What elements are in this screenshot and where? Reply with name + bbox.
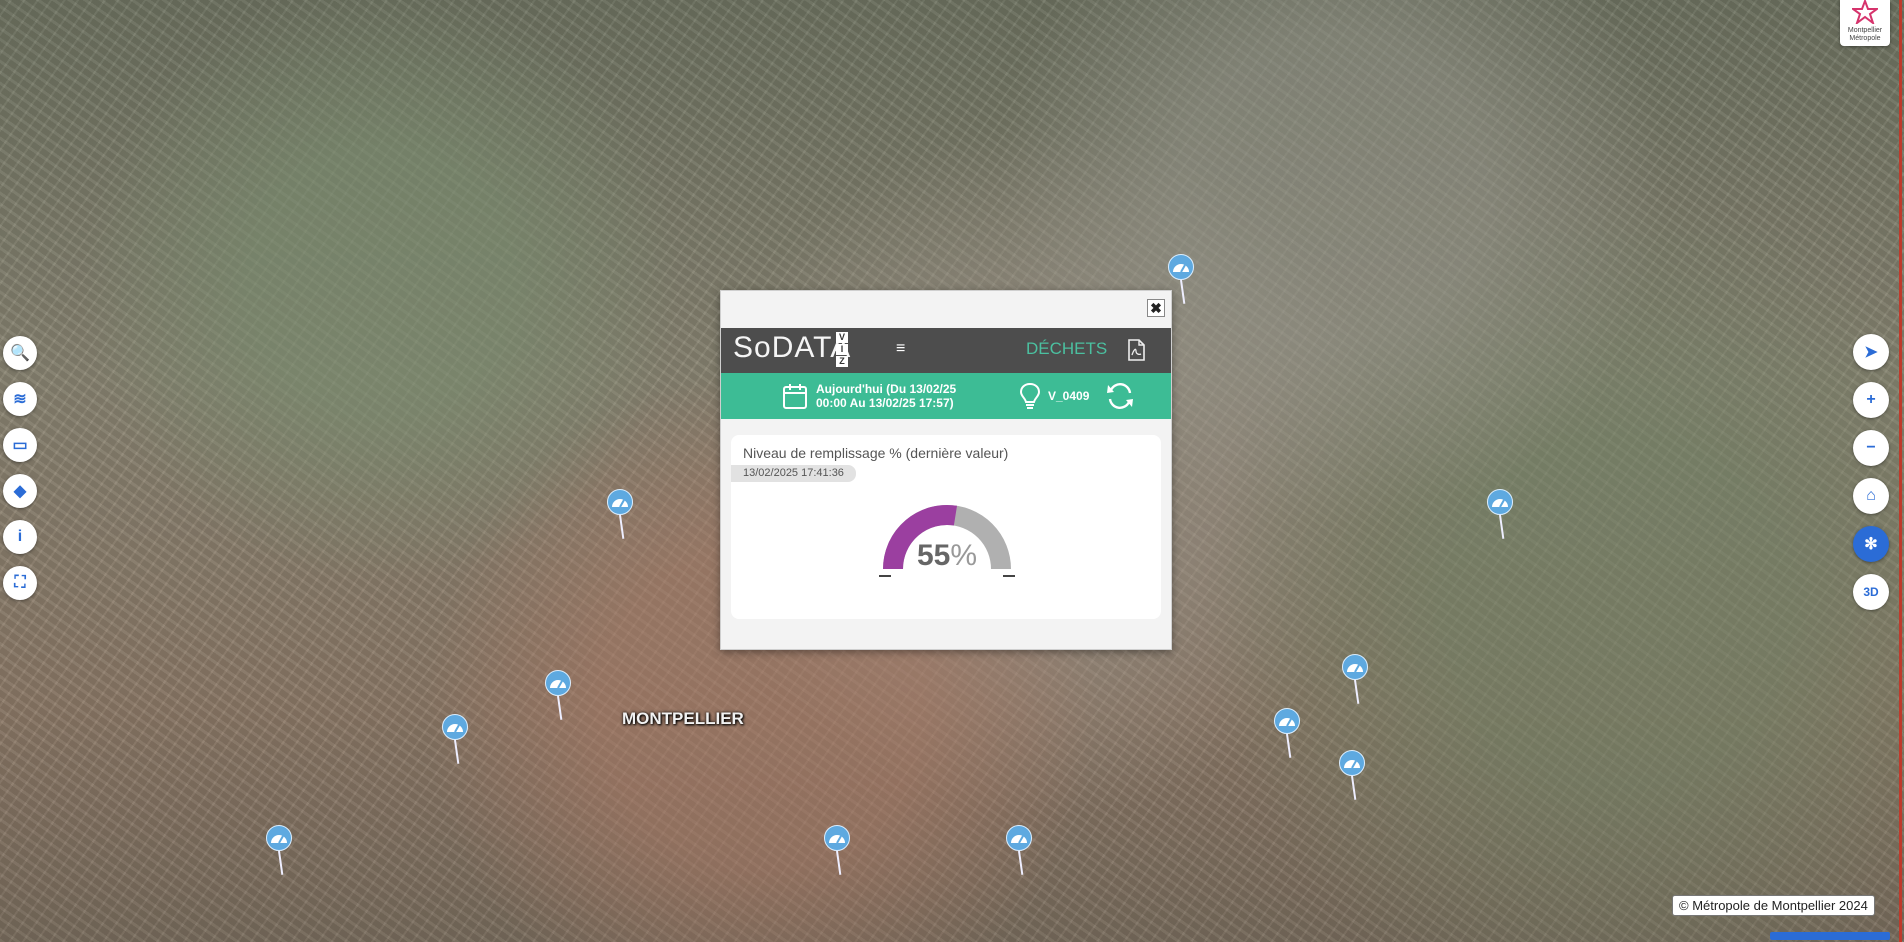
viz-letter: Z	[836, 356, 848, 367]
layers-icon: ≋	[13, 391, 27, 408]
zoom-in-icon: +	[1866, 391, 1876, 408]
home-icon: ⌂	[1866, 487, 1876, 504]
3d-toggle-button[interactable]: 3D	[1853, 574, 1889, 610]
gauge-icon	[1279, 718, 1295, 727]
sensor-marker[interactable]	[607, 489, 635, 539]
gauge-icon	[1173, 264, 1189, 273]
3d-toggle: 3D	[1863, 585, 1879, 599]
card-timestamp: 13/02/2025 17:41:36	[731, 465, 856, 482]
sensor-marker[interactable]	[1168, 254, 1196, 304]
sensor-marker[interactable]	[1274, 708, 1302, 758]
settings-icon: ✻	[1864, 536, 1878, 553]
date-line-2: 00:00 Au 13/02/25 17:57)	[816, 396, 954, 410]
logo-text: Montpellier Métropole	[1847, 27, 1883, 42]
sensor-marker[interactable]	[266, 825, 294, 875]
search-button[interactable]: 🔍	[3, 336, 37, 370]
sodata-header: SoDATA V I Z ≡ DÉCHETS	[721, 328, 1171, 373]
info-icon: i	[17, 528, 23, 545]
sensor-marker[interactable]	[545, 670, 573, 720]
info-button[interactable]: i	[3, 520, 37, 554]
module-title: DÉCHETS	[1026, 339, 1108, 358]
cube-button[interactable]: ◆	[3, 474, 37, 508]
metropole-logo: Montpellier Métropole	[1840, 0, 1890, 46]
sensor-marker[interactable]	[1342, 654, 1370, 704]
sensor-marker[interactable]	[1487, 489, 1515, 539]
viz-letter: V	[836, 332, 848, 343]
close-button[interactable]: ✖	[1147, 299, 1165, 317]
card-title: Niveau de remplissage % (dernière valeur…	[743, 445, 1009, 461]
layers-button[interactable]: ≋	[3, 382, 37, 416]
home-button[interactable]: ⌂	[1853, 478, 1889, 514]
refresh-icon[interactable]	[1105, 381, 1135, 416]
search-icon: 🔍	[10, 345, 30, 362]
loading-bar	[1770, 932, 1890, 940]
gauge-icon	[612, 499, 628, 508]
north-arrow-button[interactable]: ➤	[1853, 334, 1889, 370]
star-logo-icon	[1849, 0, 1881, 26]
date-range-text[interactable]: Aujourd'hui (Du 13/02/25 00:00 Au 13/02/…	[816, 382, 986, 410]
cube-icon: ◆	[13, 483, 27, 500]
gauge-icon	[550, 680, 566, 689]
fullscreen-icon: ⛶	[14, 574, 26, 591]
gauge-icon	[1347, 664, 1363, 673]
ruler-icon: ▭	[12, 437, 28, 454]
zoom-out-icon: −	[1866, 439, 1876, 456]
sodata-logo: SoDATA	[733, 331, 852, 364]
zoom-out-button[interactable]: −	[1853, 430, 1889, 466]
gauge-value: 55%	[879, 539, 1015, 573]
settings-button[interactable]: ✻	[1853, 526, 1889, 562]
left-toolbar: 🔍 ≋ ▭ ◆ i ⛶	[3, 336, 37, 600]
gauge-number: 55	[916, 539, 951, 572]
sensor-marker[interactable]	[1006, 825, 1034, 875]
date-range-bar: Aujourd'hui (Du 13/02/25 00:00 Au 13/02/…	[721, 373, 1171, 419]
ruler-button[interactable]: ▭	[3, 428, 37, 462]
zoom-in-button[interactable]: +	[1853, 382, 1889, 418]
gauge-unit: %	[950, 539, 978, 572]
gauge-icon	[271, 835, 287, 844]
north-arrow-icon: ➤	[1864, 344, 1878, 361]
calendar-icon[interactable]	[783, 383, 807, 414]
gauge-icon	[447, 724, 463, 733]
gauge-icon	[1344, 760, 1360, 769]
viz-badge: V I Z	[836, 332, 848, 367]
gauge-icon	[829, 835, 845, 844]
fill-level-card: Niveau de remplissage % (dernière valeur…	[731, 435, 1161, 619]
right-toolbar: ➤ + − ⌂ ✻ 3D	[1853, 334, 1889, 610]
device-id: V_0409	[1048, 389, 1090, 403]
gauge-icon	[1492, 499, 1508, 508]
date-line-1: Aujourd'hui (Du 13/02/25	[816, 382, 957, 396]
sensor-marker[interactable]	[824, 825, 852, 875]
sensor-marker[interactable]	[1339, 750, 1367, 800]
copyright-notice: © Métropole de Montpellier 2024	[1672, 895, 1875, 916]
lightbulb-icon	[1019, 382, 1041, 415]
menu-icon[interactable]: ≡	[896, 340, 905, 358]
gauge-icon	[1011, 835, 1027, 844]
pdf-export-icon[interactable]	[1127, 339, 1145, 366]
sensor-popup: ✖ SoDATA V I Z ≡ DÉCHETS Aujourd'hui (Du…	[720, 290, 1172, 650]
city-label: MONTPELLIER	[622, 709, 744, 728]
viz-letter: I	[836, 344, 848, 355]
sensor-marker[interactable]	[442, 714, 470, 764]
edge-line	[1899, 0, 1902, 942]
fullscreen-button[interactable]: ⛶	[3, 566, 37, 600]
